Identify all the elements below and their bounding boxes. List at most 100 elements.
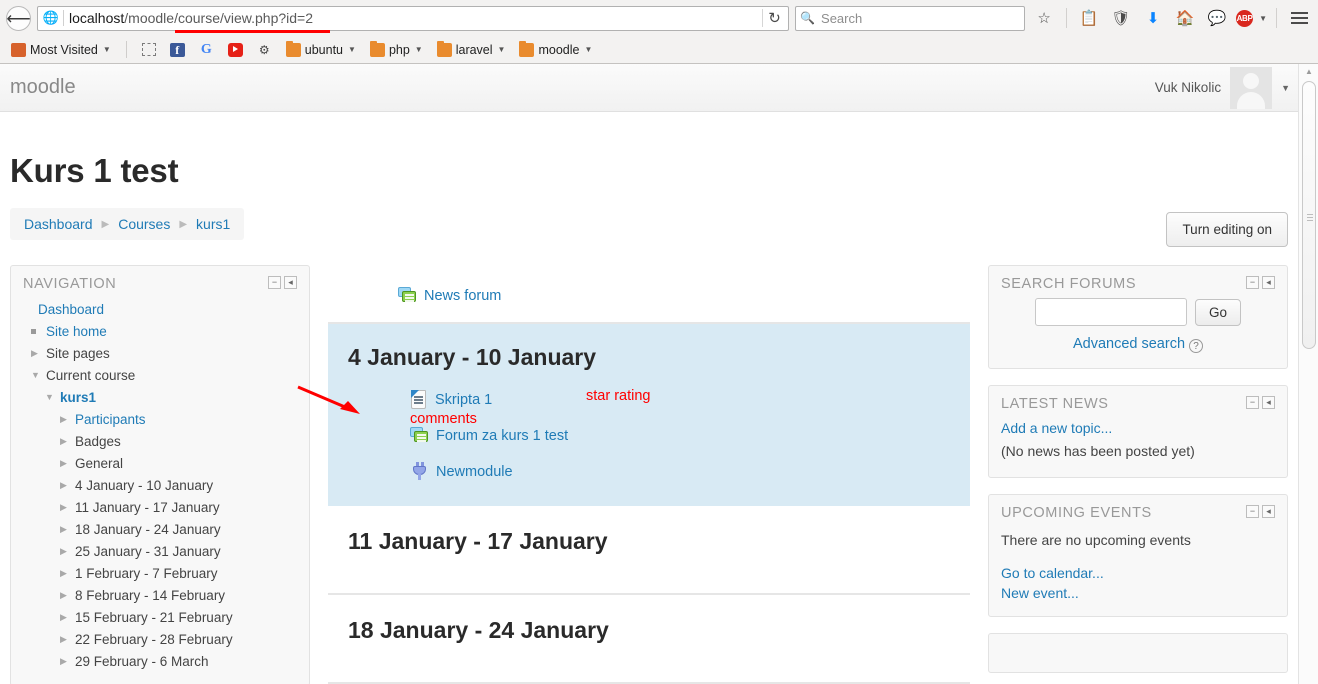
chevron-right-icon[interactable] <box>60 612 71 623</box>
bookmark-facebook[interactable]: f <box>165 41 190 59</box>
chevron-right-icon[interactable] <box>60 458 71 469</box>
dock-icon[interactable]: ◂ <box>1262 396 1275 409</box>
navigation-tree: Dashboard Site home Site pages Current cour… <box>23 298 297 672</box>
moodle-icon: ⚙ <box>258 42 270 57</box>
bookmark-moodle-site[interactable]: ⚙ <box>252 41 277 59</box>
new-event-link[interactable]: New event... <box>1001 583 1275 603</box>
news-forum-link[interactable]: News forum <box>424 288 501 304</box>
back-button[interactable]: ⟵ <box>6 5 31 31</box>
chevron-right-icon[interactable] <box>60 502 71 513</box>
block-controls: − ◂ <box>268 276 297 289</box>
breadcrumb-item-dashboard[interactable]: Dashboard <box>24 216 93 232</box>
collapse-icon[interactable]: − <box>1246 396 1259 409</box>
turn-editing-on-button[interactable]: Turn editing on <box>1166 212 1288 247</box>
chevron-right-icon[interactable] <box>60 546 71 557</box>
activity-news-forum[interactable]: News forum <box>398 283 970 308</box>
nav-item-participants[interactable]: Participants <box>60 408 297 430</box>
chevron-right-icon[interactable] <box>60 480 71 491</box>
chevron-down-icon[interactable] <box>45 392 56 402</box>
bookmark-google[interactable]: G <box>194 41 219 59</box>
forum-kurs1-link[interactable]: Forum za kurs 1 test <box>436 428 568 444</box>
browser-search-input[interactable] <box>819 9 1021 27</box>
chevron-right-icon[interactable] <box>60 656 71 667</box>
nav-item-dashboard[interactable]: Dashboard <box>23 298 297 320</box>
nav-item-label[interactable]: Dashboard <box>38 302 104 317</box>
nav-item-8-february-14-february: 8 February - 14 February <box>60 584 297 606</box>
bookmark-youtube[interactable] <box>223 41 248 59</box>
chevron-right-icon[interactable] <box>60 436 71 447</box>
dock-icon[interactable]: ◂ <box>1262 505 1275 518</box>
nav-item-label: Current course <box>46 367 136 383</box>
collapse-icon[interactable]: − <box>268 276 281 289</box>
activity-forum-kurs1[interactable]: Forum za kurs 1 test <box>410 423 950 448</box>
chevron-right-icon[interactable] <box>60 568 71 579</box>
browser-search-bar[interactable]: 🔍 <box>795 5 1026 31</box>
reader-list-icon[interactable]: 📋 <box>1076 5 1102 31</box>
globe-icon[interactable]: 🌐 <box>40 10 62 26</box>
bookmark-placeholder[interactable] <box>137 41 161 58</box>
collapse-icon[interactable]: − <box>1246 505 1259 518</box>
chevron-down-icon[interactable]: ▼ <box>1281 83 1290 93</box>
downloads-icon[interactable]: ⬇ <box>1140 5 1166 31</box>
pocket-shield-icon[interactable]: 🛡 <box>1108 5 1134 31</box>
bookmark-folder-php[interactable]: php ▼ <box>365 40 428 59</box>
nav-item-site-home[interactable]: Site home <box>31 320 297 342</box>
chevron-right-icon[interactable] <box>60 414 71 425</box>
scroll-up-arrow[interactable]: ▲ <box>1299 64 1318 79</box>
google-icon: G <box>200 41 212 57</box>
nav-item-current-course: Current course <box>31 364 297 386</box>
url-bar[interactable]: 🌐 localhost/moodle/course/view.php?id=2 … <box>37 5 790 31</box>
chevron-down-icon[interactable] <box>31 370 42 380</box>
nav-item-label: Badges <box>75 433 121 449</box>
activity-newmodule[interactable]: Newmodule <box>410 459 950 484</box>
dock-icon[interactable]: ◂ <box>284 276 297 289</box>
chevron-right-icon[interactable] <box>60 524 71 535</box>
chevron-down-icon[interactable]: ▼ <box>1259 14 1267 23</box>
skripta-1-link[interactable]: Skripta 1 <box>435 392 492 408</box>
search-forums-form: Go <box>1001 298 1275 326</box>
nav-item-29-february-6-march: 29 February - 6 March <box>60 650 297 672</box>
upcoming-events-empty-text: There are no upcoming events <box>1001 532 1191 548</box>
scrollbar-thumb[interactable] <box>1302 81 1316 349</box>
course-section-current: 4 January - 10 January Skripta 1 comment… <box>297 324 970 506</box>
help-icon[interactable]: ? <box>1189 339 1204 353</box>
forum-search-go-button[interactable]: Go <box>1194 298 1241 326</box>
advanced-search-link[interactable]: Advanced search <box>1073 336 1185 352</box>
folder-icon <box>369 40 385 57</box>
avatar[interactable] <box>1230 66 1273 109</box>
nav-item-general: General <box>60 452 297 474</box>
bookmark-most-visited[interactable]: Most Visited ▼ <box>6 41 116 59</box>
bookmark-folder-laravel[interactable]: laravel ▼ <box>432 40 511 59</box>
search-icon: 🔍 <box>800 11 816 25</box>
page-scrollbar[interactable]: ▲ <box>1298 64 1318 684</box>
reload-icon[interactable]: ↻ <box>762 9 786 27</box>
home-icon[interactable]: 🏠 <box>1172 5 1198 31</box>
bookmark-folder-ubuntu[interactable]: ubuntu ▼ <box>281 40 361 59</box>
chat-icon[interactable]: 💬 <box>1204 5 1230 31</box>
chevron-right-icon[interactable] <box>60 590 71 601</box>
chevron-right-icon[interactable] <box>60 634 71 645</box>
bookmark-folder-moodle[interactable]: moodle ▼ <box>514 40 597 59</box>
chevron-down-icon: ▼ <box>102 45 111 54</box>
menu-icon[interactable] <box>1286 5 1312 31</box>
activity-skripta-1[interactable]: Skripta 1 <box>410 387 950 413</box>
adblock-icon[interactable]: ABP <box>1236 9 1254 27</box>
nav-item-label[interactable]: kurs1 <box>60 390 96 405</box>
breadcrumb-item-kurs1[interactable]: kurs1 <box>196 216 230 232</box>
nav-item-kurs1[interactable]: kurs1 <box>45 386 297 408</box>
breadcrumb-item-courses[interactable]: Courses <box>118 216 170 232</box>
site-name[interactable]: moodle <box>10 76 76 99</box>
bullet-icon[interactable] <box>31 324 42 339</box>
chevron-right-icon[interactable] <box>31 348 42 359</box>
user-menu[interactable]: Vuk Nikolic ▼ <box>1155 66 1290 109</box>
nav-item-4-january-10-january: 4 January - 10 January <box>60 474 297 496</box>
forum-search-input[interactable] <box>1034 298 1187 326</box>
newmodule-link[interactable]: Newmodule <box>436 464 513 480</box>
star-icon[interactable]: ☆ <box>1031 5 1057 31</box>
go-to-calendar-link[interactable]: Go to calendar... <box>1001 563 1275 583</box>
add-new-topic-link[interactable]: Add a new topic... <box>1001 418 1275 438</box>
nav-item-label[interactable]: Participants <box>75 412 146 427</box>
dock-icon[interactable]: ◂ <box>1262 276 1275 289</box>
collapse-icon[interactable]: − <box>1246 276 1259 289</box>
nav-item-label[interactable]: Site home <box>46 324 107 339</box>
